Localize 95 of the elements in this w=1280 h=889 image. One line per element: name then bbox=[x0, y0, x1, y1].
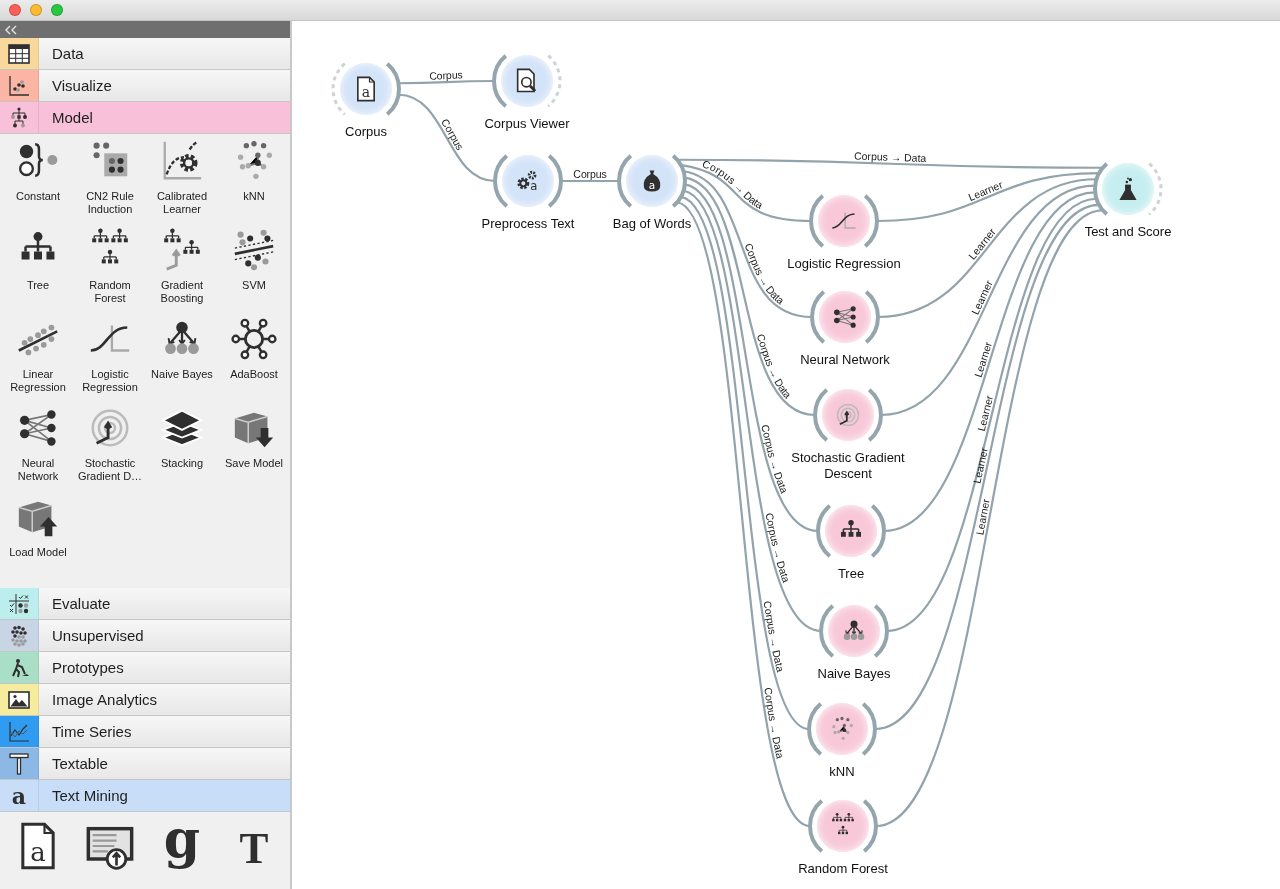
neural-network-icon bbox=[831, 303, 859, 331]
category-header[interactable]: Unsupervised bbox=[0, 620, 290, 652]
input-port-arc bbox=[819, 604, 835, 658]
node-label: Tree bbox=[837, 566, 865, 582]
widget-node[interactable] bbox=[822, 389, 874, 441]
output-port-arc bbox=[870, 504, 886, 558]
logo-icon: g bbox=[156, 820, 208, 872]
widget-button[interactable]: Stochastic Gradient D… bbox=[74, 405, 146, 494]
widget-button[interactable]: Save Model bbox=[218, 405, 290, 494]
close-button[interactable] bbox=[9, 4, 21, 16]
category-header[interactable]: Evaluate bbox=[0, 588, 290, 620]
node-label: Corpus bbox=[345, 124, 387, 140]
input-port-arc bbox=[331, 62, 346, 116]
widget-button[interactable]: Neural Network bbox=[2, 405, 74, 494]
output-port-arc bbox=[862, 799, 878, 853]
widget-button[interactable]: Constant bbox=[2, 138, 74, 227]
node-label: kNN bbox=[829, 764, 855, 780]
widget-node[interactable] bbox=[819, 291, 871, 343]
line-chart-icon bbox=[7, 719, 31, 744]
output-port-arc bbox=[863, 194, 879, 248]
category-header[interactable]: Data bbox=[0, 38, 290, 70]
node-label: Preprocess Text bbox=[481, 216, 575, 232]
widget-button[interactable]: Logistic Regression bbox=[74, 316, 146, 405]
category-header[interactable]: Image Analytics bbox=[0, 684, 290, 716]
output-port-arc bbox=[873, 604, 889, 658]
input-port-arc bbox=[807, 702, 823, 756]
widget-node[interactable] bbox=[817, 800, 869, 852]
logo-icon: T bbox=[228, 820, 280, 872]
widget-node[interactable] bbox=[818, 195, 870, 247]
widget-node[interactable] bbox=[816, 703, 868, 755]
widget-node[interactable] bbox=[1102, 163, 1154, 215]
widget-button[interactable]: Calibrated Learner bbox=[146, 138, 218, 227]
link-label: Corpus bbox=[429, 68, 463, 82]
output-port-arc bbox=[671, 154, 687, 208]
text-bar-icon bbox=[7, 751, 31, 776]
input-port-arc bbox=[492, 54, 508, 108]
hub-icon bbox=[231, 316, 277, 362]
widget-button[interactable]: T bbox=[218, 816, 290, 876]
letter-icon: a bbox=[7, 783, 31, 808]
input-port-arc bbox=[816, 504, 832, 558]
widget-button[interactable]: Load Model bbox=[2, 494, 74, 583]
widget-button[interactable]: AdaBoost bbox=[218, 316, 290, 405]
collapse-icon[interactable] bbox=[4, 24, 18, 35]
widget-node[interactable] bbox=[828, 605, 880, 657]
input-port-arc bbox=[813, 388, 829, 442]
widget-button[interactable]: Gradient Boosting bbox=[146, 227, 218, 316]
widget-button[interactable]: Tree bbox=[2, 227, 74, 316]
category-header[interactable]: a Text Mining bbox=[0, 780, 290, 812]
output-port-arc bbox=[1148, 162, 1163, 216]
widget-node[interactable]: a bbox=[626, 155, 678, 207]
link-label: Corpus → Data bbox=[853, 149, 927, 165]
widget-button[interactable]: Stacking bbox=[146, 405, 218, 494]
zoom-button[interactable] bbox=[51, 4, 63, 16]
widget-button[interactable]: a bbox=[2, 816, 74, 876]
link-label: Corpus bbox=[573, 168, 607, 180]
node-label: Stochastic Gradient Descent bbox=[790, 450, 906, 482]
output-port-arc bbox=[547, 54, 562, 108]
category-header[interactable]: Time Series bbox=[0, 716, 290, 748]
node-label: Test and Score bbox=[1084, 224, 1172, 240]
category-header[interactable]: Prototypes bbox=[0, 652, 290, 684]
input-port-arc bbox=[809, 194, 825, 248]
output-port-arc bbox=[864, 290, 880, 344]
widget-button[interactable]: SVM bbox=[218, 227, 290, 316]
widget-node[interactable]: a bbox=[340, 63, 392, 115]
widget-button[interactable]: g bbox=[146, 816, 218, 876]
node-label: Bag of Words bbox=[612, 216, 692, 232]
input-port-arc bbox=[1093, 162, 1109, 216]
widget-button[interactable]: CN2 Rule Induction bbox=[74, 138, 146, 227]
widget-button[interactable]: kNN bbox=[218, 138, 290, 227]
widget-button[interactable]: Linear Regression bbox=[2, 316, 74, 405]
input-port-arc bbox=[617, 154, 633, 208]
node-label: Corpus Viewer bbox=[484, 116, 570, 132]
output-port-arc bbox=[867, 388, 883, 442]
scatter-plot-icon bbox=[7, 73, 31, 98]
output-port-arc bbox=[547, 154, 563, 208]
category-header[interactable]: Visualize bbox=[0, 70, 290, 102]
widget-node[interactable] bbox=[825, 505, 877, 557]
input-port-arc bbox=[808, 799, 824, 853]
category-header[interactable]: Textable bbox=[0, 748, 290, 780]
node-label: Logistic Regression bbox=[787, 256, 901, 272]
widget-node[interactable]: a bbox=[502, 155, 554, 207]
input-port-arc bbox=[810, 290, 826, 344]
table-icon bbox=[7, 41, 31, 66]
check-grid-icon bbox=[7, 591, 31, 616]
node-label: Random Forest bbox=[798, 861, 888, 877]
widget-button[interactable]: Naive Bayes bbox=[146, 316, 218, 405]
widget-node[interactable] bbox=[501, 55, 553, 107]
output-port-arc bbox=[861, 702, 877, 756]
link-line bbox=[561, 179, 619, 183]
category-header[interactable]: Model bbox=[0, 102, 290, 134]
output-port-arc bbox=[385, 62, 401, 116]
input-port-arc bbox=[493, 154, 509, 208]
widget-button[interactable]: Random Forest bbox=[74, 227, 146, 316]
node-label: Neural Network bbox=[800, 352, 890, 368]
node-label: Naive Bayes bbox=[817, 666, 891, 682]
